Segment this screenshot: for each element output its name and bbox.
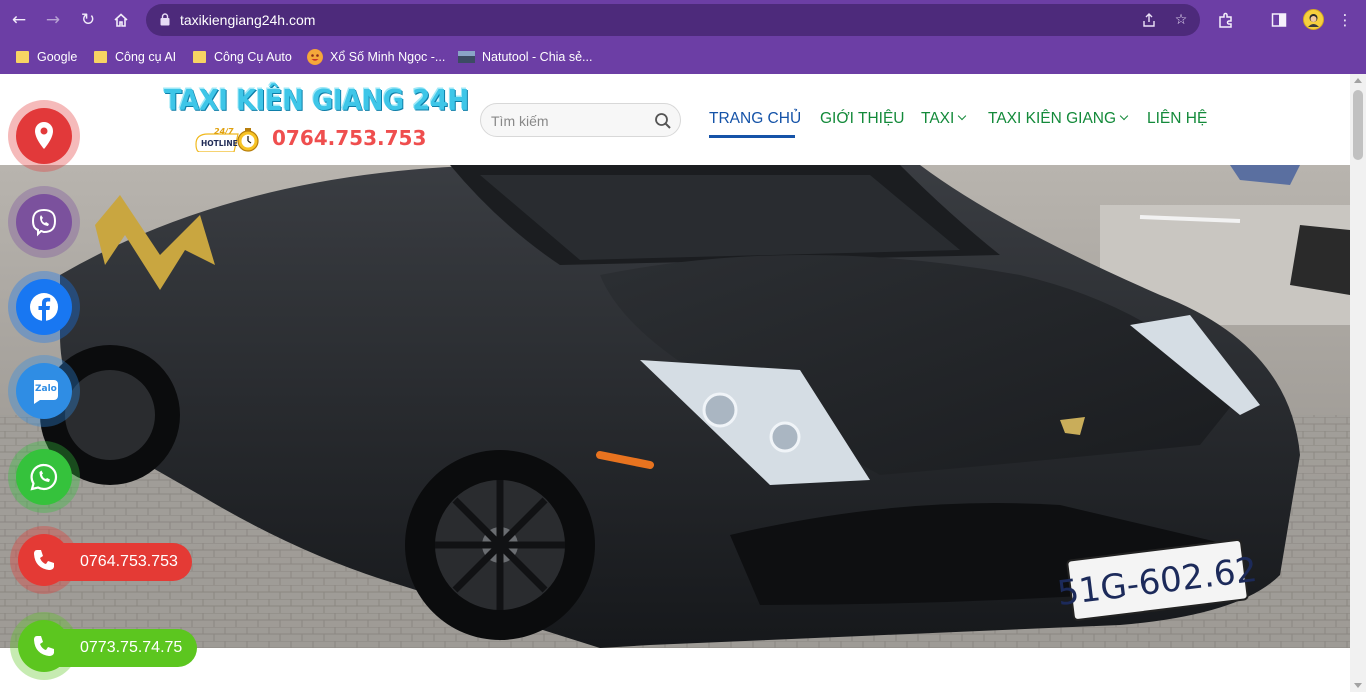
facebook-icon [30, 293, 58, 321]
nav-trang-chu[interactable]: TRANG CHỦ [709, 110, 801, 128]
search-input[interactable] [491, 111, 651, 131]
zalo-button[interactable]: Zalo [16, 363, 72, 419]
site-header: TAXI KIÊN GIANG 24H 24/7 HOTLINE 0764.75… [0, 74, 1350, 165]
browser-toolbar: ← → ↻ taxikiengiang24h.com ☆ ⋮ [0, 0, 1366, 40]
profile-avatar[interactable] [1303, 9, 1324, 30]
bookmark-label: Xổ Số Minh Ngọc -... [330, 50, 446, 64]
bookmark-label: Google [37, 50, 78, 64]
sports-car-illustration: 51G-602.62 [0, 165, 1350, 648]
map-button[interactable] [16, 108, 72, 164]
bookmark-cong-cu-auto[interactable]: Công Cụ Auto [193, 48, 292, 66]
chevron-down-icon [958, 111, 967, 121]
site-logo-title[interactable]: TAXI KIÊN GIANG 24H [164, 85, 469, 118]
phone-icon [34, 636, 54, 656]
emoji-favicon-icon [307, 49, 323, 65]
facebook-button[interactable] [16, 279, 72, 335]
address-bar[interactable]: taxikiengiang24h.com ☆ [146, 4, 1200, 36]
back-arrow-icon[interactable]: ← [7, 8, 31, 32]
whatsapp-button[interactable] [16, 449, 72, 505]
extensions-icon[interactable] [1215, 9, 1237, 31]
kebab-menu-icon[interactable]: ⋮ [1334, 9, 1356, 31]
scroll-up-arrow-icon[interactable] [1354, 78, 1362, 83]
hotline-badge-top: 24/7 [214, 127, 234, 136]
share-icon[interactable] [1139, 10, 1159, 30]
map-pin-icon [35, 122, 53, 149]
whatsapp-icon [30, 463, 58, 491]
folder-icon [193, 51, 206, 63]
page-viewport: TAXI KIÊN GIANG 24H 24/7 HOTLINE 0764.75… [0, 74, 1366, 692]
folder-icon [94, 51, 107, 63]
url-text: taxikiengiang24h.com [180, 12, 316, 28]
nav-taxi-label: TAXI [921, 110, 955, 127]
bookmark-google[interactable]: Google [16, 48, 77, 66]
hotline-1-number: 0764.753.753 [80, 553, 178, 570]
phone-icon [34, 550, 54, 570]
nav-lien-he[interactable]: LIÊN HỆ [1147, 110, 1207, 128]
home-icon[interactable] [109, 8, 133, 32]
viber-button[interactable] [16, 194, 72, 250]
hotline-2-icon-circle[interactable] [18, 620, 70, 672]
side-panel-icon[interactable] [1268, 9, 1290, 31]
scroll-thumb[interactable] [1353, 90, 1363, 160]
nav-gioi-thieu[interactable]: GIỚI THIỆU [820, 110, 905, 128]
bookmark-label: Natutool - Chia sẻ... [482, 50, 593, 64]
bookmarks-bar: Google Công cụ AI Công Cụ Auto Xổ Số Min… [0, 40, 1366, 74]
nav-active-underline [709, 135, 795, 138]
hotline-1-icon-circle[interactable] [18, 534, 70, 586]
reload-icon[interactable]: ↻ [76, 8, 100, 32]
page-scrollbar[interactable] [1350, 74, 1366, 692]
folder-icon [16, 51, 29, 63]
nav-taxi-kien-giang[interactable]: TAXI KIÊN GIANG [988, 110, 1129, 128]
image-favicon-icon [458, 51, 475, 63]
search-field[interactable] [480, 103, 681, 137]
hotline-badge: 24/7 HOTLINE [194, 126, 264, 153]
bookmark-star-icon[interactable]: ☆ [1171, 10, 1191, 30]
bookmark-natutool[interactable]: Natutool - Chia sẻ... [458, 48, 592, 66]
bookmark-label: Công Cụ Auto [214, 50, 292, 64]
bookmark-label: Công cụ AI [115, 50, 177, 64]
bookmark-cong-cu-ai[interactable]: Công cụ AI [94, 48, 176, 66]
nav-taxi-kien-giang-label: TAXI KIÊN GIANG [988, 110, 1117, 127]
lock-icon [160, 13, 170, 26]
search-icon[interactable] [654, 112, 672, 130]
viber-icon [31, 208, 57, 237]
nav-taxi[interactable]: TAXI [921, 110, 967, 128]
forward-arrow-icon[interactable]: → [41, 8, 65, 32]
bookmark-xo-so[interactable]: Xổ Số Minh Ngọc -... [307, 48, 445, 66]
logo-hotline-number[interactable]: 0764.753.753 [272, 126, 426, 150]
chevron-down-icon [1119, 111, 1129, 121]
zalo-label: Zalo [35, 384, 57, 394]
hotline-badge-bottom: HOTLINE [201, 139, 238, 148]
hero-banner-image: 51G-602.62 [0, 165, 1350, 648]
hotline-2-number: 0773.75.74.75 [80, 639, 183, 656]
scroll-down-arrow-icon[interactable] [1354, 683, 1362, 688]
